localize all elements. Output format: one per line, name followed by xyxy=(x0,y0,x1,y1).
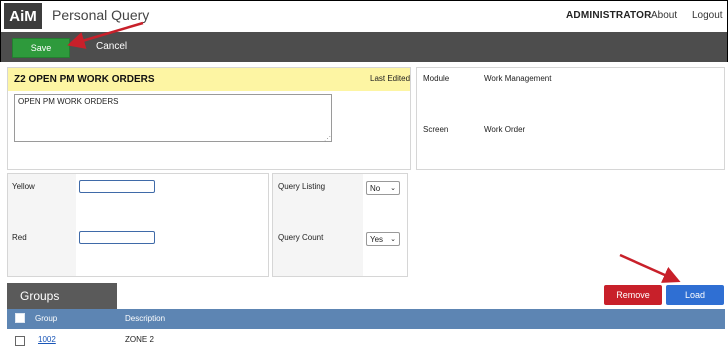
red-threshold-input[interactable] xyxy=(79,231,155,244)
load-button[interactable]: Load xyxy=(666,285,724,305)
query-count-label: Query Count xyxy=(278,233,324,242)
query-title: Z2 OPEN PM WORK ORDERS xyxy=(14,74,155,85)
screen-label: Screen xyxy=(423,125,449,134)
last-edited-label: Last Edited xyxy=(370,74,411,83)
chevron-down-icon: ⌄ xyxy=(390,185,396,192)
groups-tab[interactable]: Groups xyxy=(7,283,117,309)
module-panel xyxy=(416,67,725,170)
red-label: Red xyxy=(12,233,27,242)
yellow-label: Yellow xyxy=(12,182,35,191)
aim-logo: AiM xyxy=(4,3,42,29)
query-description-textarea[interactable]: OPEN PM WORK ORDERS xyxy=(14,94,332,142)
load-arrow-icon xyxy=(619,253,681,283)
save-button[interactable]: Save xyxy=(12,38,70,58)
remove-button[interactable]: Remove xyxy=(604,285,662,305)
row-checkbox[interactable] xyxy=(15,336,25,346)
query-count-select[interactable]: Yes ⌄ xyxy=(366,232,400,246)
page-title: Personal Query xyxy=(52,7,150,23)
query-count-value: Yes xyxy=(370,234,384,244)
column-header-description[interactable]: Description xyxy=(125,314,165,323)
chevron-down-icon: ⌄ xyxy=(390,236,396,243)
groups-table-header xyxy=(7,309,725,329)
group-link[interactable]: 1002 xyxy=(38,335,56,344)
group-description: ZONE 2 xyxy=(125,335,154,344)
module-label: Module xyxy=(423,74,450,83)
query-listing-value: No xyxy=(370,183,381,193)
column-header-group[interactable]: Group xyxy=(35,314,57,323)
about-link[interactable]: About xyxy=(651,10,677,21)
module-value: Work Management xyxy=(484,74,552,83)
query-listing-select[interactable]: No ⌄ xyxy=(366,181,400,195)
logout-link[interactable]: Logout xyxy=(692,10,723,21)
query-listing-label: Query Listing xyxy=(278,182,326,191)
user-name[interactable]: ADMINISTRATOR xyxy=(566,10,652,21)
select-all-checkbox[interactable] xyxy=(15,313,25,323)
yellow-threshold-input[interactable] xyxy=(79,180,155,193)
cancel-button[interactable]: Cancel xyxy=(96,41,127,52)
screen-value: Work Order xyxy=(484,125,526,134)
resize-grip-icon[interactable]: ⋰ xyxy=(324,135,331,143)
